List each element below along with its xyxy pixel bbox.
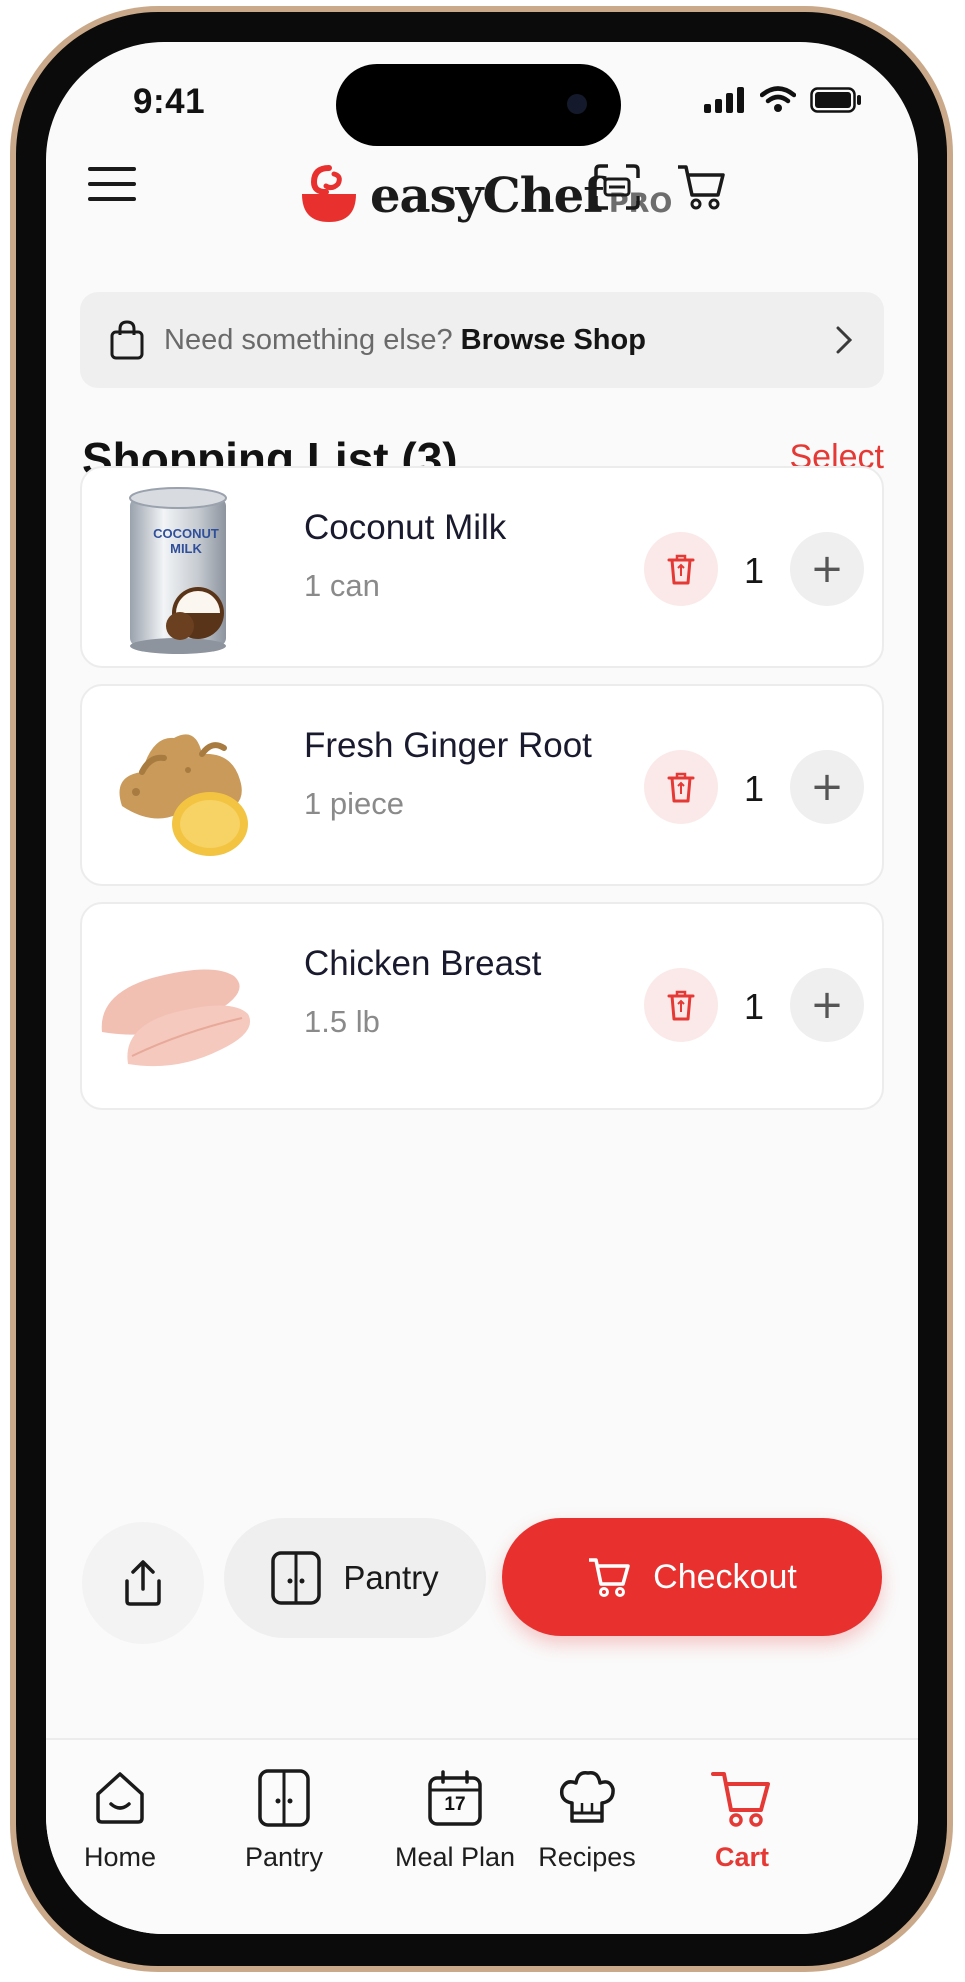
tab-label: Meal Plan xyxy=(394,1842,516,1872)
can-label: COCONUT MILK xyxy=(138,526,234,556)
pantry-icon xyxy=(271,1551,322,1605)
item-quantity: 1 xyxy=(743,986,765,1027)
item-quantity: 1 xyxy=(743,550,765,591)
pantry-label: Pantry xyxy=(343,1559,439,1596)
home-icon xyxy=(96,1772,144,1824)
can-label-line-1: COCONUT xyxy=(153,526,219,541)
plus-icon: + xyxy=(810,546,844,592)
tab-label: Home xyxy=(83,1842,157,1872)
wifi-icon xyxy=(760,86,796,112)
browse-shop-banner[interactable]: Need something else? Browse Shop xyxy=(80,292,884,388)
trash-icon xyxy=(667,772,695,803)
logo-text: easyChef xyxy=(370,168,604,224)
hamburger-icon xyxy=(88,167,136,201)
browse-shop-link[interactable]: Browse Shop xyxy=(461,324,646,356)
chef-bowl-logo-icon xyxy=(302,165,356,222)
item-name: Fresh Ginger Root xyxy=(304,726,592,765)
status-time: 9:41 xyxy=(133,82,206,121)
tab-recipes[interactable]: Recipes xyxy=(512,1766,662,1873)
dynamic-island xyxy=(336,64,621,146)
item-quantity: 1 xyxy=(743,768,765,809)
item-unit: 1 piece xyxy=(304,786,404,821)
app-screen: 9:41 easyChef PRO Need something else? B… xyxy=(46,42,918,1934)
calendar-day: 17 xyxy=(444,1794,466,1815)
trash-icon xyxy=(667,990,695,1021)
signal-icon xyxy=(704,86,744,113)
increase-quantity-button[interactable]: + xyxy=(790,750,864,824)
chevron-right-icon xyxy=(836,326,852,354)
delete-item-button[interactable] xyxy=(644,750,718,824)
plus-icon: + xyxy=(810,982,844,1028)
checkout-label: Checkout xyxy=(653,1557,797,1596)
menu-button[interactable] xyxy=(66,138,158,230)
share-button[interactable] xyxy=(82,1522,204,1644)
ginger-root-image xyxy=(119,734,248,856)
camera-icon xyxy=(567,94,587,114)
list-item: Chicken Breast 1.5 lb 1 + xyxy=(80,902,884,1110)
tab-cart[interactable]: Cart xyxy=(667,1766,817,1873)
tab-label: Pantry xyxy=(244,1842,324,1872)
item-unit: 1.5 lb xyxy=(304,1004,380,1039)
plus-icon: + xyxy=(810,764,844,810)
tab-label: Recipes xyxy=(538,1842,636,1872)
item-name: Coconut Milk xyxy=(304,508,507,547)
trash-icon xyxy=(667,554,695,585)
scan-icon xyxy=(594,164,640,210)
tab-home[interactable]: Home xyxy=(46,1766,195,1873)
list-item: Fresh Ginger Root 1 piece 1 + xyxy=(80,684,884,886)
item-name: Chicken Breast xyxy=(304,944,542,983)
battery-icon xyxy=(810,86,861,113)
share-icon xyxy=(125,1560,161,1606)
increase-quantity-button[interactable]: + xyxy=(790,532,864,606)
delete-item-button[interactable] xyxy=(644,968,718,1042)
tab-meal-plan[interactable]: 17 Meal Plan xyxy=(380,1766,530,1873)
banner-text: Need something else? Browse Shop xyxy=(164,324,646,357)
increase-quantity-button[interactable]: + xyxy=(790,968,864,1042)
checkout-button[interactable]: Checkout xyxy=(502,1518,882,1636)
scan-button[interactable] xyxy=(572,142,662,232)
tab-label: Cart xyxy=(714,1842,769,1872)
can-label-line-2: MILK xyxy=(170,541,202,556)
tab-pantry[interactable]: Pantry xyxy=(209,1766,359,1873)
pantry-icon xyxy=(258,1769,310,1827)
shopping-bag-icon xyxy=(110,320,144,360)
status-icons xyxy=(704,86,862,113)
header-cart-button[interactable] xyxy=(656,142,746,232)
cart-icon xyxy=(711,1772,770,1827)
chicken-breast-image xyxy=(101,969,251,1067)
banner-prompt: Need something else? xyxy=(164,323,453,356)
cart-icon xyxy=(678,165,725,210)
delete-item-button[interactable] xyxy=(644,532,718,606)
coconut-milk-image xyxy=(129,487,227,654)
bottom-tab-bar: Home Pantry 17 Meal Plan Recipes Cart xyxy=(46,1738,918,1934)
pantry-button[interactable]: Pantry xyxy=(224,1518,486,1638)
item-unit: 1 can xyxy=(304,568,380,603)
list-item: COCONUT MILK Coconut Milk 1 can 1 + xyxy=(80,466,884,668)
cart-icon xyxy=(589,1558,630,1597)
chef-hat-icon xyxy=(559,1770,615,1823)
